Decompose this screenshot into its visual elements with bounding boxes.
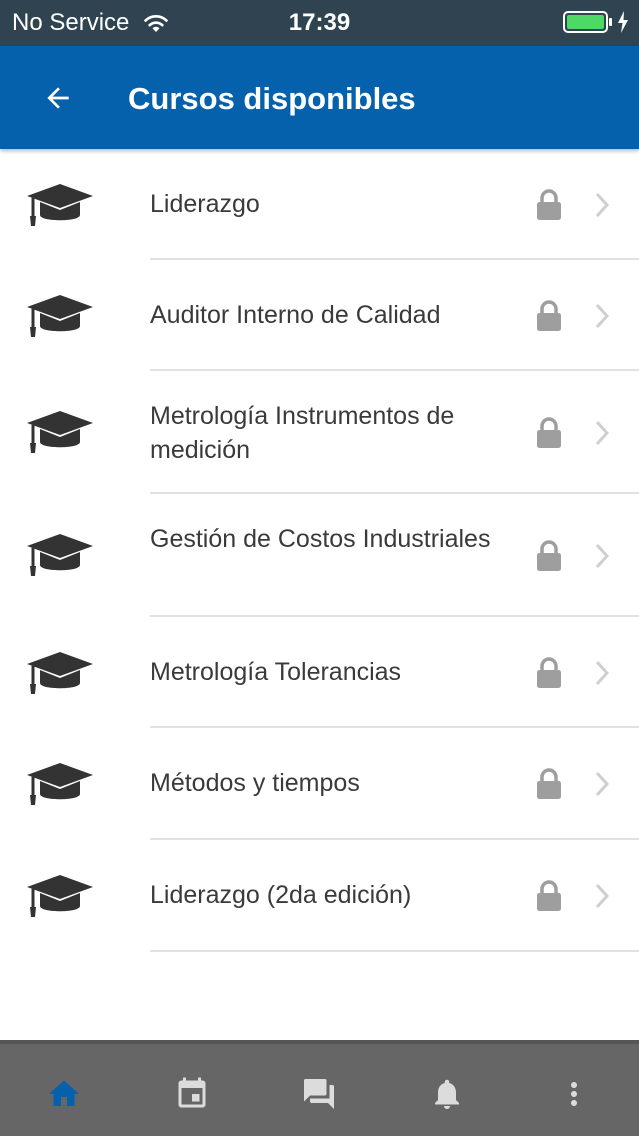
home-icon	[49, 1080, 79, 1106]
course-item-liderazgo[interactable]: Liderazgo	[0, 149, 639, 260]
lock-icon	[537, 880, 561, 911]
graduation-cap-icon	[27, 295, 93, 337]
lock-icon	[537, 657, 561, 688]
graduation-cap-icon	[27, 411, 93, 453]
course-label: Métodos y tiempos	[150, 769, 360, 797]
lock-icon	[537, 300, 561, 331]
course-item-auditor-interno[interactable]: Auditor Interno de Calidad	[0, 260, 639, 371]
graduation-cap-icon	[27, 184, 93, 226]
chevron-right-icon	[595, 660, 610, 686]
course-label: Metrología Tolerancias	[150, 658, 402, 686]
course-label: Metrología Instrumentos de medición	[150, 402, 455, 464]
chevron-right-icon	[595, 543, 610, 569]
lock-icon	[537, 417, 561, 448]
chevron-right-icon	[595, 883, 610, 909]
nav-notifications-button[interactable]	[427, 1074, 467, 1114]
status-right	[563, 11, 629, 33]
lock-icon	[537, 540, 561, 571]
course-item-metrologia-instrumentos[interactable]: Metrología Instrumentos de medición	[0, 371, 639, 494]
course-label: Liderazgo	[150, 190, 260, 218]
nav-home-button[interactable]	[44, 1074, 84, 1114]
divider	[150, 950, 639, 952]
course-item-metrologia-tolerancias[interactable]: Metrología Tolerancias	[0, 617, 639, 728]
nav-calendar-button[interactable]	[172, 1074, 212, 1114]
status-time: 17:39	[288, 9, 351, 36]
bottom-nav	[0, 1040, 639, 1136]
course-item-liderazgo-2da[interactable]: Liderazgo (2da edición)	[0, 840, 639, 952]
more-vert-icon	[571, 1082, 577, 1106]
course-item-gestion-costos[interactable]: Gestión de Costos Industriales	[0, 494, 639, 617]
calendar-icon	[178, 1077, 206, 1108]
nav-more-button[interactable]	[554, 1074, 594, 1114]
graduation-cap-icon	[27, 763, 93, 805]
charging-bolt-icon	[618, 11, 628, 33]
status-bar: No Service 17:39	[0, 0, 639, 46]
arrow-left-icon	[47, 87, 69, 109]
nav-forum-button[interactable]	[299, 1074, 339, 1114]
battery-icon	[563, 11, 612, 33]
chevron-right-icon	[595, 771, 610, 797]
graduation-cap-icon	[27, 652, 93, 694]
lock-icon	[537, 768, 561, 799]
graduation-cap-icon	[27, 875, 93, 917]
graduation-cap-icon	[27, 534, 93, 576]
app-bar: Cursos disponibles	[0, 46, 639, 149]
forum-icon	[304, 1079, 334, 1109]
page-title: Cursos disponibles	[128, 81, 416, 116]
back-button[interactable]	[28, 76, 88, 120]
bell-icon	[435, 1079, 459, 1109]
course-label: Gestión de Costos Industriales	[150, 525, 491, 553]
chevron-right-icon	[595, 303, 610, 329]
chevron-right-icon	[595, 192, 610, 218]
chevron-right-icon	[595, 420, 610, 446]
lock-icon	[537, 189, 561, 220]
course-label: Auditor Interno de Calidad	[150, 301, 441, 329]
course-label: Liderazgo (2da edición)	[150, 881, 412, 909]
course-item-metodos-tiempos[interactable]: Métodos y tiempos	[0, 728, 639, 840]
